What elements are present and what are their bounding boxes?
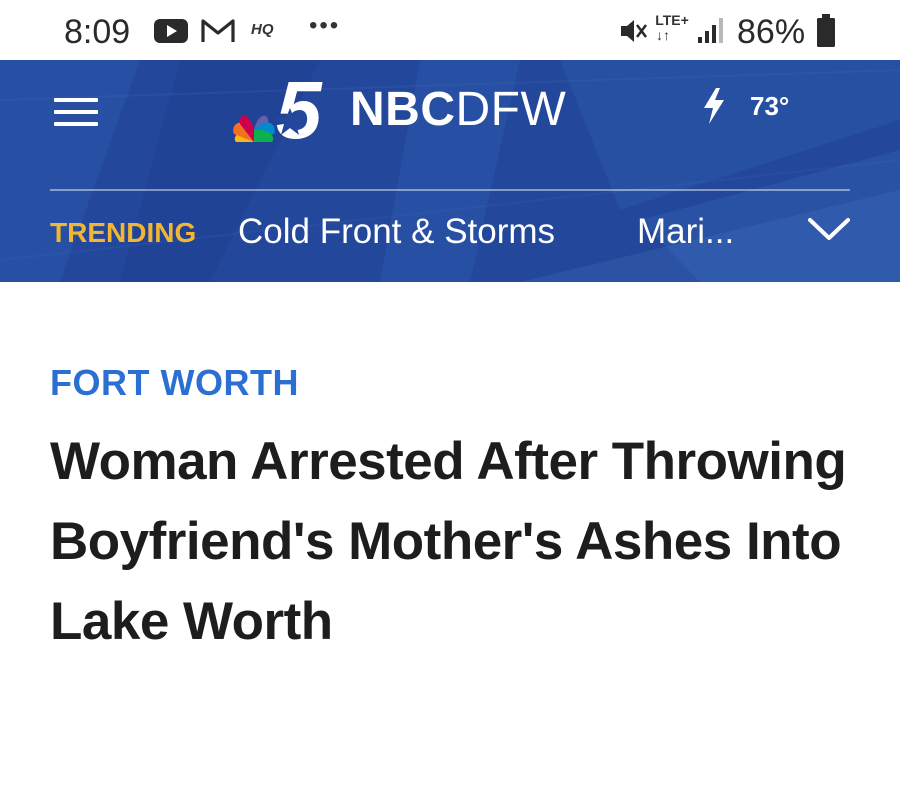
weather-temperature[interactable]: 73° [750,90,789,122]
lightning-icon[interactable] [700,86,728,126]
hq-icon: HQ [251,21,274,38]
trending-link[interactable]: Cold Front & Storms [238,212,555,252]
brand-wordmark[interactable]: NBCDFW [350,82,566,138]
youtube-icon [154,19,188,43]
menu-bar-1 [54,98,98,102]
network-activity-icon: ↓↑ [656,27,670,43]
site-header: 5 NBCDFW 73° TRENDING Cold Front & Storm… [0,60,900,282]
nbc-peacock-5-logo[interactable]: 5 [220,68,340,158]
battery-percent: 86% [737,13,806,51]
status-bar: 8:09 HQ ••• LTE+ ↓↑ 86% [0,0,900,60]
menu-button[interactable] [50,92,102,132]
network-type-label: LTE+ [655,12,689,28]
signal-strength-icon [698,18,723,43]
chevron-down-icon[interactable] [806,212,852,246]
article: FORT WORTH Woman Arrested After Throwing… [0,282,900,800]
brand-dfw: DFW [455,83,567,136]
section-tag[interactable]: FORT WORTH [50,362,299,404]
mute-icon [621,20,647,42]
phone-screen: 8:09 HQ ••• LTE+ ↓↑ 86% 5 NBCDFW 73° TRE… [0,0,900,800]
header-divider [50,189,850,191]
logo-number: 5 [276,68,323,156]
trending-label: TRENDING [50,217,197,248]
trending-link[interactable]: Mari... [637,212,734,252]
battery-icon [817,14,835,47]
brand-nbc: NBC [350,83,456,136]
status-time: 8:09 [64,13,131,51]
menu-bar-2 [54,110,98,114]
more-dots-icon: ••• [309,12,341,39]
gmail-icon [201,19,235,42]
article-headline: Woman Arrested After Throwing Boyfriend'… [50,432,847,651]
menu-bar-3 [54,122,98,126]
